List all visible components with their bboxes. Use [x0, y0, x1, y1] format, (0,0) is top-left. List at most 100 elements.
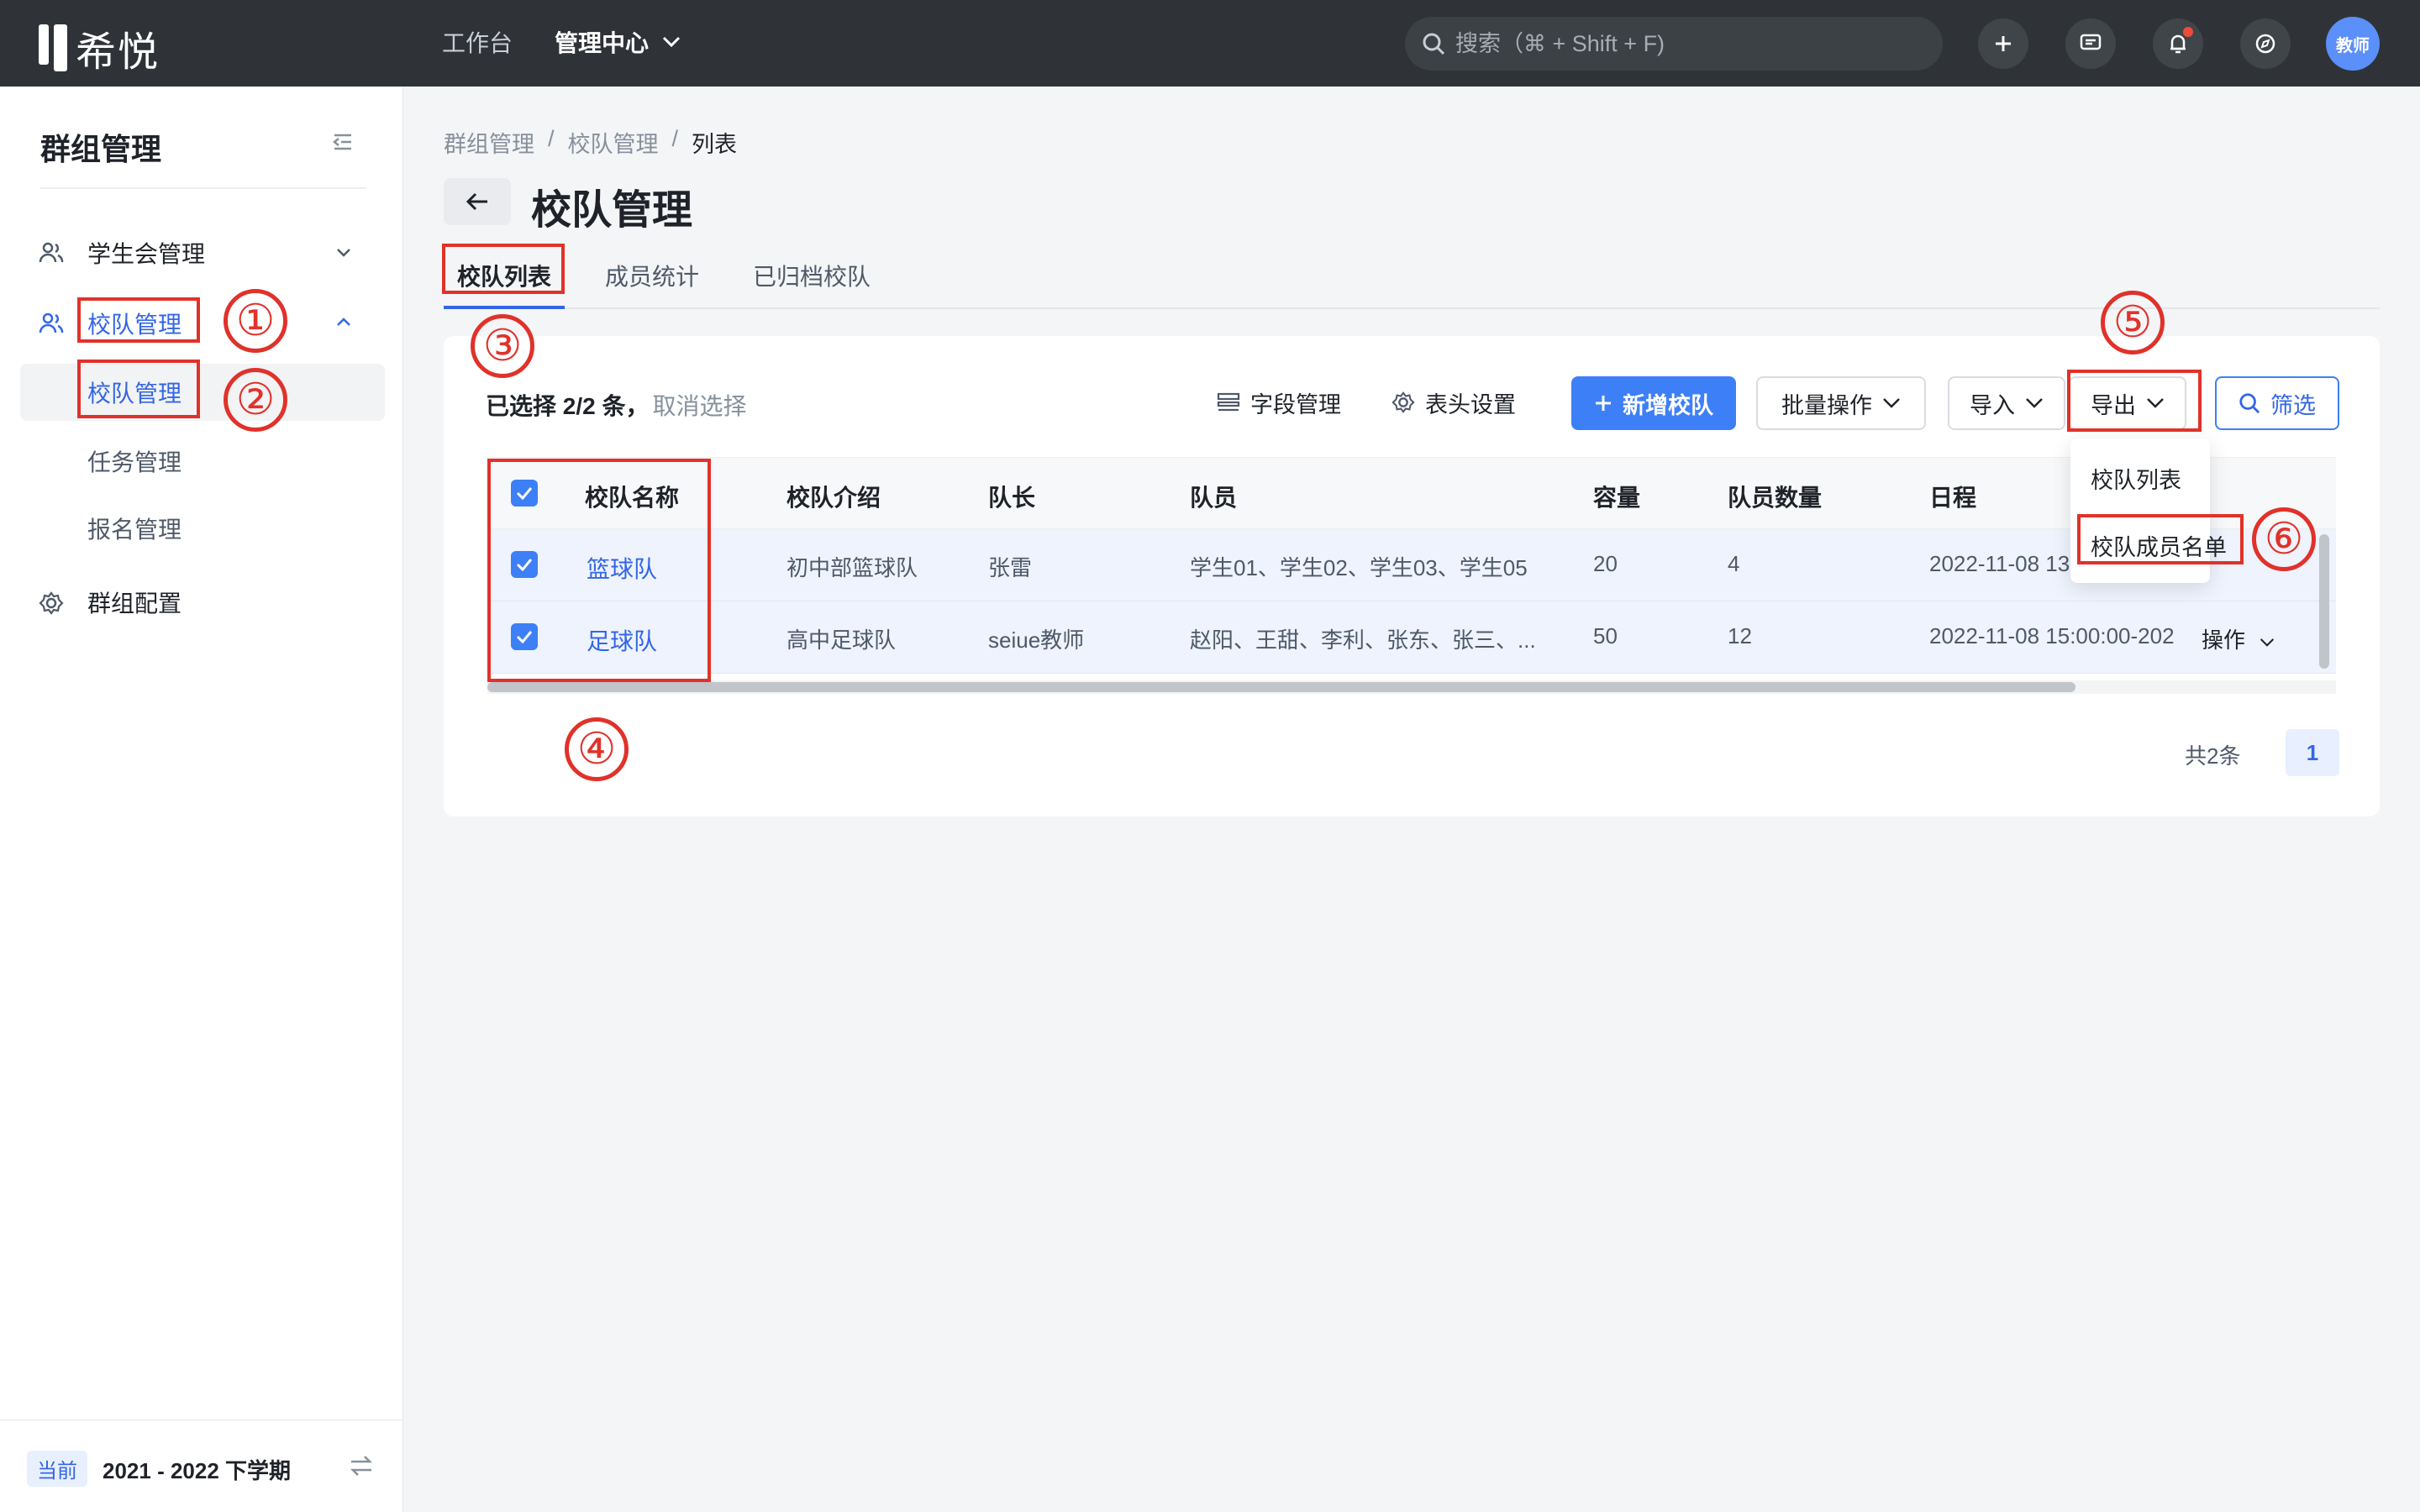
sidebar-subitem-task-management[interactable]: 任务管理	[20, 433, 385, 490]
nav-workbench[interactable]: 工作台	[442, 25, 513, 59]
arrow-left-icon	[466, 192, 487, 211]
annotation-marker-6: ⑥	[2252, 507, 2316, 571]
sidebar: 群组管理 学生会管理 校队管理 校队管理 任务管理 报名管理 群组配置 当前 2…	[0, 87, 403, 1512]
chevron-down-icon	[2260, 638, 2275, 647]
apps-button[interactable]	[2240, 18, 2291, 69]
users-icon	[39, 242, 64, 263]
swap-icon[interactable]	[348, 1454, 375, 1478]
chevron-down-icon	[2026, 398, 2043, 408]
gear-icon	[39, 591, 64, 615]
breadcrumb-team-management[interactable]: 校队管理	[568, 126, 659, 159]
tab-bar: 校队列表 成员统计 已归档校队	[444, 245, 2380, 309]
column-header-schedule[interactable]: 日程	[1929, 480, 1976, 513]
breadcrumb-separator: /	[671, 126, 679, 151]
table-header: 校队名称 校队介绍 队长 队员 容量 队员数量 日程	[487, 457, 2336, 529]
sidebar-item-team-management[interactable]: 校队管理	[20, 295, 385, 352]
tab-archived-teams[interactable]: 已归档校队	[753, 259, 871, 292]
plus-icon	[1596, 396, 1611, 411]
sidebar-item-group-config[interactable]: 群组配置	[20, 574, 385, 631]
column-header-intro[interactable]: 校队介绍	[786, 480, 881, 513]
header-settings-button[interactable]: 表头设置	[1392, 376, 1516, 428]
batch-operations-dropdown[interactable]: 批量操作	[1756, 376, 1926, 430]
logo-text: 希悦	[76, 30, 160, 75]
table-row[interactable]: 篮球队 初中部篮球队 张雷 学生01、学生02、学生03、学生05 20 4 2…	[487, 529, 2336, 601]
chevron-down-icon	[1883, 398, 1900, 408]
search-input[interactable]	[1455, 30, 1926, 57]
notification-dot	[2183, 27, 2193, 37]
current-term-badge: 当前	[27, 1451, 87, 1487]
page-title: 校队管理	[531, 188, 693, 233]
schedule-cell: 2022-11-08 15:00:00-202	[1929, 623, 2175, 648]
app-logo[interactable]: 希悦	[39, 18, 160, 77]
plus-icon	[1996, 36, 2011, 51]
sidebar-item-student-council[interactable]: 学生会管理	[20, 224, 385, 281]
annotation-marker-1: ①	[224, 289, 287, 353]
add-team-label: 新增校队	[1623, 392, 1713, 418]
pagination-total: 共2条	[2185, 743, 2241, 769]
capacity-cell: 20	[1593, 551, 1618, 576]
column-header-captain[interactable]: 队长	[988, 480, 1035, 513]
add-button[interactable]	[1978, 18, 2028, 69]
notifications-button[interactable]	[2153, 18, 2203, 69]
header-settings-label: 表头设置	[1425, 391, 1516, 417]
chevron-down-icon	[662, 36, 681, 48]
row-actions-dropdown[interactable]: 操作	[2202, 623, 2275, 654]
highlight-box	[487, 459, 711, 682]
breadcrumb-current: 列表	[692, 132, 738, 157]
annotation-marker-3: ③	[471, 314, 534, 378]
sidebar-subitem-registration-management[interactable]: 报名管理	[20, 500, 385, 557]
members-cell: 赵阳、王甜、李利、张东、张三、...	[1190, 627, 1536, 653]
messages-button[interactable]	[2065, 18, 2116, 69]
collapse-sidebar-icon[interactable]	[331, 130, 355, 154]
filter-button[interactable]: 筛选	[2215, 376, 2339, 430]
field-management-button[interactable]: 字段管理	[1217, 376, 1341, 428]
annotation-marker-5: ⑤	[2101, 291, 2165, 354]
search-icon	[2239, 393, 2260, 414]
team-intro-cell: 高中足球队	[786, 627, 897, 653]
vertical-scrollbar[interactable]	[2319, 534, 2329, 669]
captain-cell: 张雷	[988, 555, 1033, 580]
import-dropdown[interactable]: 导入	[1948, 376, 2065, 430]
nav-admin-center[interactable]: 管理中心	[555, 25, 681, 59]
cancel-selection-link[interactable]: 取消选择	[652, 393, 746, 419]
captain-cell: seiue教师	[988, 627, 1085, 653]
sidebar-subitem-team-management[interactable]: 校队管理	[20, 364, 385, 421]
batch-operations-label: 批量操作	[1781, 392, 1872, 418]
search-icon	[1423, 33, 1445, 55]
chevron-up-icon	[337, 318, 350, 326]
sidebar-item-label: 群组配置	[87, 591, 182, 617]
gear-icon	[1392, 391, 1415, 413]
filter-label: 筛选	[2270, 392, 2316, 418]
member-count-cell: 4	[1728, 551, 1740, 576]
add-team-button[interactable]: 新增校队	[1571, 376, 1736, 430]
highlight-box	[2067, 370, 2202, 432]
sidebar-divider	[40, 187, 366, 189]
horizontal-scrollbar[interactable]	[487, 682, 2075, 692]
back-button[interactable]	[444, 178, 511, 225]
member-count-cell: 12	[1728, 623, 1752, 648]
top-nav: 工作台 管理中心	[442, 25, 681, 59]
fields-icon	[1217, 392, 1240, 412]
current-term: 2021 - 2022 下学期	[103, 1458, 292, 1483]
global-search[interactable]	[1405, 17, 1943, 71]
breadcrumb: 群组管理 / 校队管理 / 列表	[444, 126, 737, 159]
sidebar-item-label: 学生会管理	[87, 241, 206, 267]
tab-member-stats[interactable]: 成员统计	[605, 259, 699, 292]
members-cell: 学生01、学生02、学生03、学生05	[1190, 555, 1528, 580]
import-label: 导入	[1970, 392, 2015, 418]
pagination-page-1[interactable]: 1	[2286, 729, 2339, 776]
selection-info: 已选择 2/2 条， 取消选择	[486, 388, 747, 422]
top-bar: 希悦 工作台 管理中心 教师	[0, 0, 2420, 87]
sidebar-title: 群组管理	[40, 132, 162, 166]
table-row[interactable]: 足球队 高中足球队 seiue教师 赵阳、王甜、李利、张东、张三、... 50 …	[487, 601, 2336, 674]
user-avatar[interactable]: 教师	[2326, 17, 2380, 71]
column-header-member-count[interactable]: 队员数量	[1728, 480, 1822, 513]
column-header-capacity[interactable]: 容量	[1593, 480, 1640, 513]
column-header-members[interactable]: 队员	[1190, 480, 1237, 513]
breadcrumb-group-management[interactable]: 群组管理	[444, 126, 534, 159]
highlight-box	[442, 244, 565, 294]
export-menu-team-list[interactable]: 校队列表	[2091, 462, 2181, 495]
chat-icon	[2080, 34, 2102, 50]
highlight-box	[77, 297, 200, 343]
term-switcher[interactable]: 当前 2021 - 2022 下学期	[0, 1420, 403, 1512]
